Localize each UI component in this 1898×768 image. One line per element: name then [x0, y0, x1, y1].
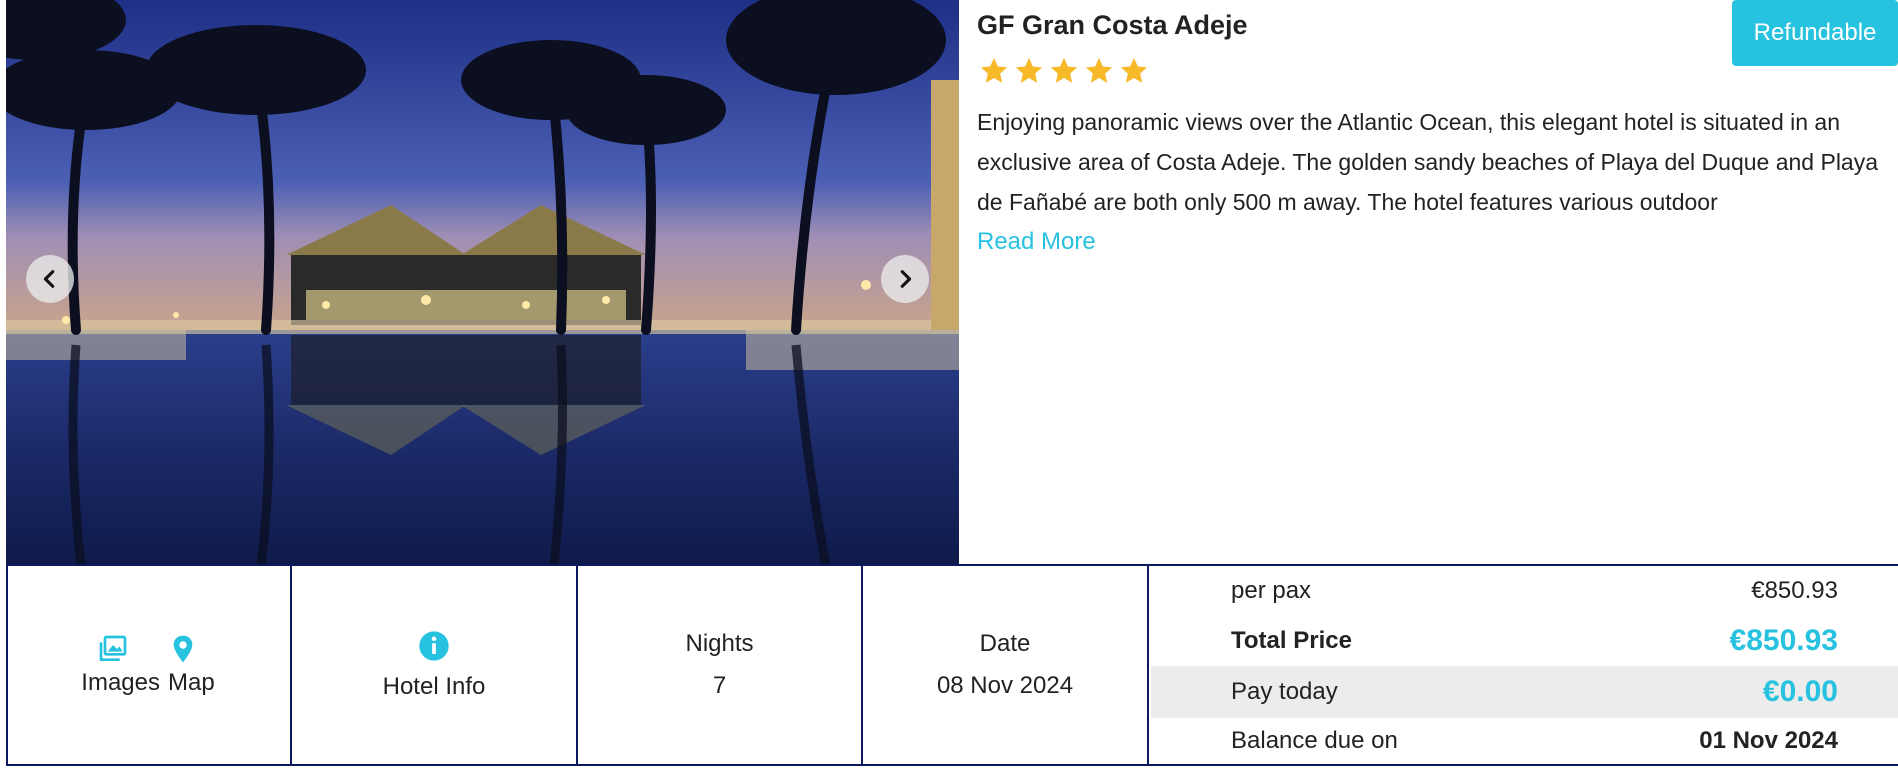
hotel-description: Enjoying panoramic views over the Atlant… [977, 109, 1879, 215]
total-price-label: Total Price [1231, 627, 1352, 654]
nights-label: Nights [685, 630, 754, 657]
previous-image-button[interactable] [26, 255, 74, 303]
hotel-details: GF Gran Costa Adeje Refundable Enjoying … [977, 0, 1898, 566]
next-image-button[interactable] [881, 255, 929, 303]
star-rating [979, 56, 1149, 86]
nights-cell: Nights 7 [578, 566, 863, 764]
refundable-badge: Refundable [1732, 0, 1898, 66]
hotel-name: GF Gran Costa Adeje [977, 10, 1248, 40]
total-price-row: Total Price €850.93 [1151, 616, 1898, 666]
info-icon [418, 630, 450, 673]
star-icon [980, 57, 1008, 83]
pricing-panel: per pax €850.93 Total Price €850.93 Pay … [1151, 566, 1898, 764]
hotel-info-button[interactable]: Hotel Info [292, 566, 578, 764]
hotel-photo[interactable] [6, 0, 959, 566]
balance-due-row: Balance due on 01 Nov 2024 [1151, 718, 1898, 764]
chevron-right-icon [900, 270, 912, 288]
balance-due-label: Balance due on [1231, 727, 1398, 754]
star-icon [1015, 57, 1043, 83]
star-icon [1085, 57, 1113, 83]
per-pax-label: per pax [1231, 577, 1312, 604]
star-icon [1120, 57, 1148, 83]
hotel-info-label: Hotel Info [382, 672, 486, 700]
per-pax-row: per pax €850.93 [1151, 566, 1898, 616]
pay-today-label: Pay today [1231, 678, 1338, 705]
pay-today-value: €0.00 [1762, 675, 1838, 708]
images-link[interactable]: Images [81, 669, 160, 697]
total-price-value: €850.93 [1729, 624, 1838, 657]
pay-today-row: Pay today €0.00 [1151, 666, 1898, 718]
star-icon [1050, 57, 1078, 83]
nights-value: 7 [712, 672, 727, 699]
date-cell: Date 08 Nov 2024 [863, 566, 1149, 764]
map-link[interactable]: Map [168, 669, 215, 697]
chevron-left-icon [43, 270, 55, 288]
balance-due-value: 01 Nov 2024 [1699, 727, 1838, 754]
map-pin-icon[interactable] [167, 633, 199, 665]
booking-summary-strip: Images Map Hotel Info Nights 7 Date 08 N… [6, 564, 1898, 764]
date-label: Date [979, 630, 1031, 657]
media-cell: Images Map [6, 566, 292, 764]
read-more-link[interactable]: Read More [977, 228, 1096, 256]
images-icon[interactable] [97, 633, 129, 665]
hotel-photo-image [6, 0, 959, 566]
date-value: 08 Nov 2024 [936, 672, 1074, 699]
per-pax-value: €850.93 [1751, 577, 1838, 604]
